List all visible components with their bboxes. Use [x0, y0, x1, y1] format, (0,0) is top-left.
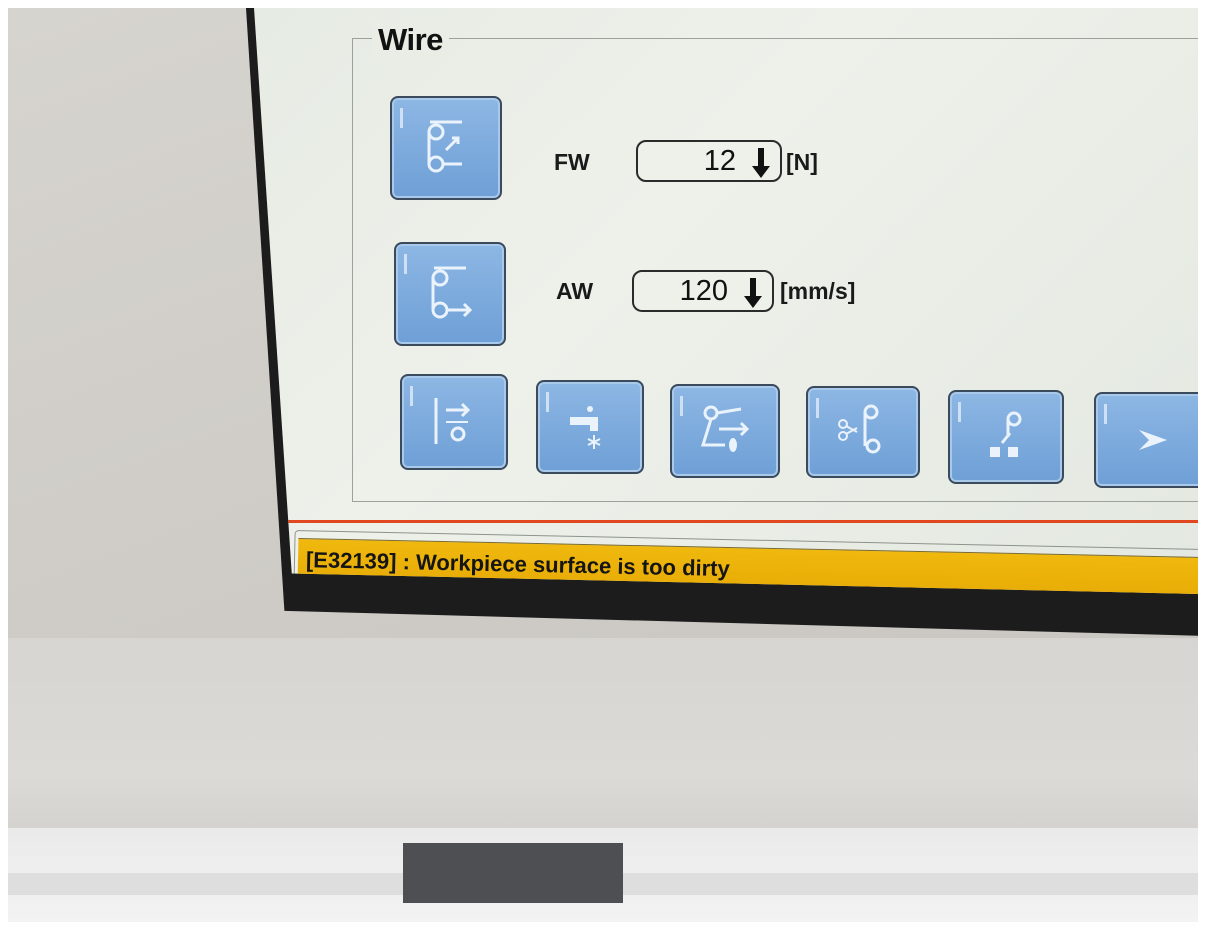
wire-feed-button[interactable]: [670, 384, 780, 478]
screen: Wire FW 12 [N] AW 120 [mm/s] [E32139]: …: [254, 8, 1198, 594]
next-icon: [1123, 408, 1183, 473]
wire-speed-icon: [420, 262, 480, 327]
wire-cut-icon: [833, 400, 893, 465]
fw-button[interactable]: [390, 96, 502, 200]
wire-tension-icon: [416, 116, 476, 181]
photo: Wire FW 12 [N] AW 120 [mm/s] [E32139]: …: [8, 8, 1198, 922]
arrow-down-icon: [742, 276, 764, 318]
fw-unit: [N]: [786, 149, 818, 175]
fw-label: FW: [554, 149, 590, 175]
aw-unit: [mm/s]: [780, 278, 856, 304]
arrow-down-icon: [750, 146, 772, 188]
fw-value: 12: [703, 144, 736, 177]
separator-line: [284, 520, 1198, 523]
next-button[interactable]: [1094, 392, 1198, 488]
background-dark-panel: [403, 843, 623, 903]
fw-input[interactable]: 12: [636, 140, 782, 182]
aw-button[interactable]: [394, 242, 506, 346]
flushing-button[interactable]: [536, 380, 644, 474]
wire-cut-button[interactable]: [806, 386, 920, 478]
wire-dispose-button[interactable]: [948, 390, 1064, 484]
aw-input[interactable]: 120: [632, 270, 774, 312]
aw-label: AW: [556, 278, 594, 304]
group-title: Wire: [372, 22, 449, 58]
flushing-icon: [560, 395, 620, 460]
aw-value: 120: [679, 274, 728, 307]
wire-thread-button[interactable]: [400, 374, 508, 470]
wire-thread-icon: [424, 390, 484, 455]
wire-feed-icon: [695, 399, 755, 464]
wire-dispose-icon: [976, 405, 1036, 470]
